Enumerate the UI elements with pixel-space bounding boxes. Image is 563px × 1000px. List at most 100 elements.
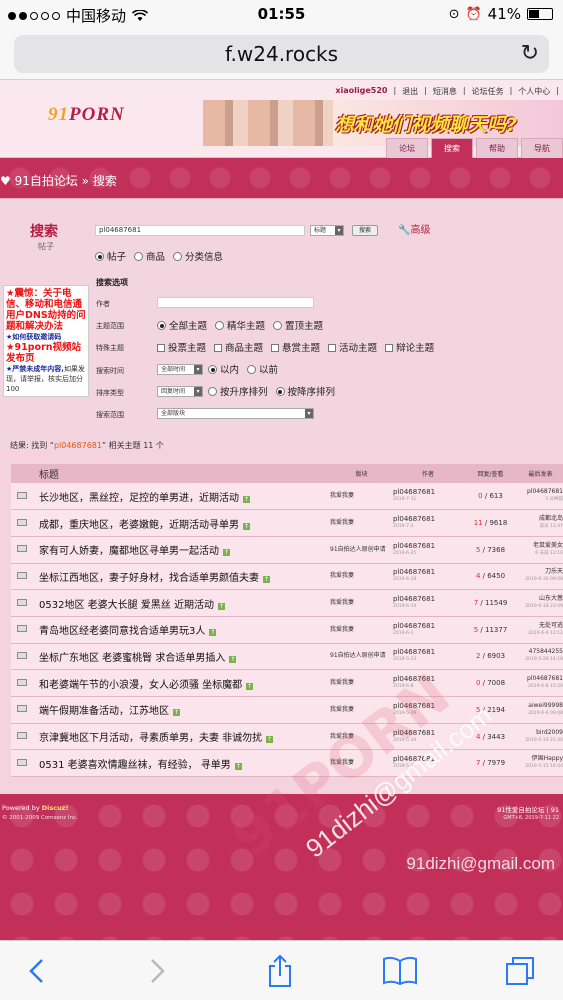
announce-dns[interactable]: ★震惊：关于电信、移动和电信通用户DNS劫持的问题和解决办法 [6,288,86,332]
logout-link[interactable]: 退出 [402,86,418,97]
author-input[interactable] [157,297,314,308]
thread-author[interactable]: pl04687681 [393,488,463,496]
last-poster[interactable]: aiwei99998 [518,702,563,710]
discuz-link[interactable]: Discuz! [42,804,69,812]
last-poster[interactable]: pl04687681 [518,675,563,683]
last-poster[interactable]: bird2009 [518,729,563,737]
tab-help[interactable]: 帮助 [476,138,518,158]
footer-links[interactable]: 91性爱自拍论坛 | 91 [497,804,559,814]
tabs-button[interactable] [500,953,540,989]
thread-title[interactable]: 长沙地区，黑丝控，足控的单男进，近期活动 [39,493,239,504]
field-select[interactable]: 标题 ▾ [310,225,344,236]
username-link[interactable]: xiaolige520 [335,86,387,97]
sort-asc[interactable]: 按升序排列 [208,384,268,398]
thread-title-cell[interactable]: 端午假期准备活动，江苏地区 ↑ [33,696,330,724]
thread-title[interactable]: 青岛地区经老婆同意找合适单男玩3人 [39,626,205,637]
last-poster[interactable]: 成都北岛 [518,515,563,523]
thread-author[interactable]: pl04687681 [393,568,463,576]
thread-title[interactable]: 坐标江西地区，妻子好身材，找合适单男颜值夫妻 [39,573,259,584]
table-row[interactable]: 成都，重庆地区，老婆嫩鲍，近期活动寻单男 ↑ 我爱我妻 pl04687681 2019-… [11,509,563,537]
tasks-link[interactable]: 论坛任务 [472,86,504,97]
table-row[interactable]: 0532地区 老婆大长腿 爱黑丝 近期活动 ↑ 我爱我妻 pl04687681 2019… [11,589,563,617]
announce-invite[interactable]: ★如何获取邀请码 [6,332,86,342]
thread-title-cell[interactable]: 青岛地区经老婆同意找合适单男玩3人 ↑ [33,616,330,644]
profile-link[interactable]: 个人中心 [518,86,550,97]
url-field[interactable]: f.w24.rocks ↻ [14,35,549,73]
site-logo[interactable]: 91PORN [48,104,125,126]
thread-author[interactable]: pl04687681 [393,515,463,523]
time-within[interactable]: 以内 [208,362,239,376]
last-poster[interactable]: 老鼠爱美女 [518,542,563,550]
table-row[interactable]: 坐标广东地区 老婆蜜桃臀 求合适单男插入 ↑ 91自拍达人原创申请 pl0468768… [11,643,563,671]
scope-digest[interactable]: 精华主题 [215,318,265,332]
thread-title-cell[interactable]: 成都，重庆地区，老婆嫩鲍，近期活动寻单男 ↑ [33,509,330,537]
thread-title-cell[interactable]: 坐标江西地区，妻子好身材，找合适单男颜值夫妻 ↑ [33,563,330,591]
breadcrumb[interactable]: ♥ 91自拍论坛 » 搜索 [0,174,117,188]
thread-title[interactable]: 和老婆端午节的小浪漫，女人必须骚 坐标魔都 [39,680,242,691]
thread-title[interactable]: 坐标广东地区 老婆蜜桃臀 求合适单男插入 [39,653,225,664]
thread-title[interactable]: 0532地区 老婆大长腿 爱黑丝 近期活动 [39,600,214,611]
special-goods[interactable]: 商品主题 [214,340,263,354]
thread-title-cell[interactable]: 长沙地区，黑丝控，足控的单男进，近期活动 ↑ [33,483,330,511]
back-button[interactable] [16,953,56,989]
tab-forum[interactable]: 论坛 [386,138,428,158]
search-button[interactable]: 搜索 [352,225,379,236]
announce-video-site[interactable]: ★91porn视频站发布页 [6,342,86,364]
thread-board[interactable]: 我爱我妻 [330,483,393,511]
thread-author[interactable]: pl04687681 [393,622,463,630]
thread-title[interactable]: 端午假期准备活动，江苏地区 [39,706,169,717]
scope-all[interactable]: 全部主题 [157,318,207,332]
thread-author[interactable]: pl04687681 [393,542,463,550]
table-row[interactable]: 坐标江西地区，妻子好身材，找合适单男颜值夫妻 ↑ 我爱我妻 pl04687681 201… [11,563,563,591]
advanced-link[interactable]: 🔧高级 [398,221,430,236]
last-poster[interactable]: 伊国Happy [518,755,563,763]
thread-title[interactable]: 家有可人娇妻，魔都地区寻单男一起活动 [39,546,219,557]
time-select[interactable]: 全部时间 ▾ [157,364,203,375]
last-poster[interactable]: 无处可逃 [518,622,563,630]
thread-title-cell[interactable]: 京津冀地区下月活动，寻素质单男，夫妻 非诚勿扰 ↑ [33,723,330,751]
thread-title[interactable]: 0531 老婆喜欢情趣丝袜，有经验， 寻单男 [39,760,231,771]
time-before[interactable]: 以前 [247,362,278,376]
scope-sticky[interactable]: 置顶主题 [273,318,323,332]
table-row[interactable]: 青岛地区经老婆同意找合适单男玩3人 ↑ 我爱我妻 pl04687681 2019-6-1… [11,616,563,644]
last-poster[interactable]: 山东大葱 [518,595,563,603]
tab-nav[interactable]: 导航 [521,138,563,158]
result-keyword[interactable]: pl04687681 [54,441,102,450]
thread-author[interactable]: pl04687681 [393,648,463,656]
thread-title-cell[interactable]: 家有可人娇妻，魔都地区寻单男一起活动 ↑ [33,536,330,564]
thread-board[interactable]: 91自拍达人原创申请 [330,643,393,671]
tab-search[interactable]: 搜索 [431,138,473,158]
thread-title-cell[interactable]: 坐标广东地区 老婆蜜桃臀 求合适单男插入 ↑ [33,643,330,671]
thread-board[interactable]: 91自拍达人原创申请 [330,536,393,564]
type-classified[interactable]: 分类信息 [173,249,223,263]
thread-author[interactable]: pl04687681 [393,595,463,603]
special-debate[interactable]: 辩论主题 [385,340,434,354]
thread-title-cell[interactable]: 和老婆端午节的小浪漫，女人必须骚 坐标魔都 ↑ [33,669,330,697]
thread-title[interactable]: 成都，重庆地区，老婆嫩鲍，近期活动寻单男 [39,520,239,531]
thread-board[interactable]: 我爱我妻 [330,589,393,617]
keyword-input[interactable]: pl04687681 [95,225,305,236]
thread-title-cell[interactable]: 0532地区 老婆大长腿 爱黑丝 近期活动 ↑ [33,589,330,617]
sort-desc[interactable]: 按降序排列 [275,384,335,398]
type-posts[interactable]: 帖子 [95,249,126,263]
last-poster[interactable]: 475844255 [518,648,563,656]
table-row[interactable]: 家有可人娇妻，魔都地区寻单男一起活动 ↑ 91自拍达人原创申请 pl04687681 2… [11,536,563,564]
reload-icon[interactable]: ↻ [521,42,539,66]
special-activity[interactable]: 活动主题 [328,340,377,354]
last-poster[interactable]: pl04687681 [518,488,563,496]
last-poster[interactable]: 刀乐天 [518,568,563,576]
share-button[interactable] [260,953,300,989]
table-row[interactable]: 长沙地区，黑丝控，足控的单男进，近期活动 ↑ 我爱我妻 pl04687681 2019-… [11,483,563,511]
type-goods[interactable]: 商品 [134,249,165,263]
thread-board[interactable]: 我爱我妻 [330,616,393,644]
bookmarks-button[interactable] [380,953,420,989]
forward-button[interactable] [138,953,178,989]
thread-title[interactable]: 京津冀地区下月活动，寻素质单男，夫妻 非诚勿扰 [39,733,262,744]
table-row[interactable]: 和老婆端午节的小浪漫，女人必须骚 坐标魔都 ↑ 我爱我妻 pl04687681 2019… [11,669,563,697]
special-reward[interactable]: 悬赏主题 [271,340,320,354]
sort-select[interactable]: 回复时间 ▾ [157,386,203,397]
messages-link[interactable]: 短消息 [433,86,457,97]
thread-board[interactable]: 我爱我妻 [330,509,393,537]
special-poll[interactable]: 投票主题 [157,340,206,354]
range-select[interactable]: 全部版块 ▾ [157,408,314,419]
